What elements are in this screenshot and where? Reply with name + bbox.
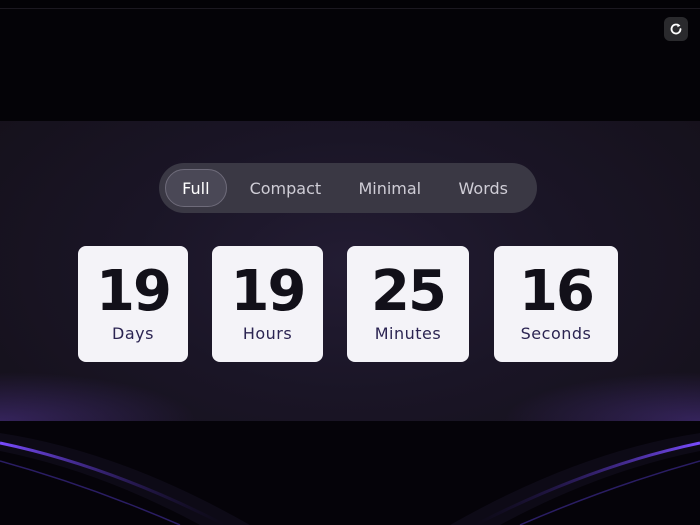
tab-full[interactable]: Full — [165, 169, 227, 207]
tab-minimal[interactable]: Minimal — [344, 169, 436, 207]
countdown-unit: Seconds — [520, 324, 592, 343]
countdown-card-days: 19 Days — [78, 246, 188, 362]
countdown-value: 25 — [371, 259, 447, 324]
top-band — [0, 9, 700, 121]
countdown-stage: Full Compact Minimal Words 19 Days 19 Ho… — [0, 0, 700, 525]
refresh-button[interactable] — [664, 17, 688, 41]
countdown-value: 19 — [96, 259, 172, 324]
format-tabs: Full Compact Minimal Words — [159, 163, 537, 213]
countdown-card-hours: 19 Hours — [212, 246, 323, 362]
decorative-light-streaks — [0, 433, 700, 525]
countdown-value: 16 — [519, 259, 595, 324]
countdown-card-minutes: 25 Minutes — [347, 246, 469, 362]
tab-words[interactable]: Words — [436, 169, 531, 207]
countdown-card-seconds: 16 Seconds — [494, 246, 618, 362]
refresh-icon — [670, 23, 682, 35]
countdown-unit: Days — [112, 324, 154, 343]
countdown-value: 19 — [230, 259, 307, 324]
bottom-decoration — [0, 421, 700, 525]
tab-compact[interactable]: Compact — [227, 169, 344, 207]
countdown-unit: Hours — [242, 324, 293, 343]
countdown-unit: Minutes — [374, 324, 442, 343]
